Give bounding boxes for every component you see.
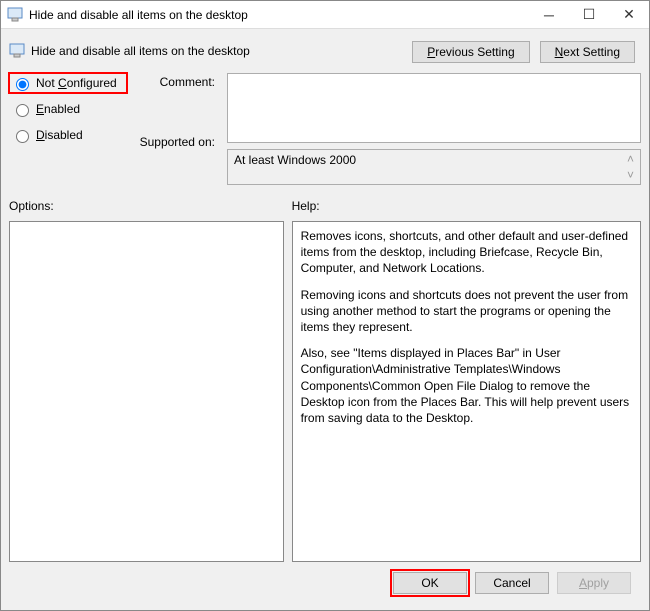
radio-not-configured[interactable]: Not Configured xyxy=(11,75,125,91)
help-paragraph: Removing icons and shortcuts does not pr… xyxy=(301,287,632,336)
policy-dialog: Hide and disable all items on the deskto… xyxy=(0,0,650,611)
radio-disabled-input[interactable] xyxy=(16,130,29,143)
apply-button: Apply xyxy=(557,572,631,594)
help-paragraph: Also, see "Items displayed in Places Bar… xyxy=(301,345,632,426)
help-panel[interactable]: Removes icons, shortcuts, and other defa… xyxy=(292,221,641,562)
minimize-button[interactable]: ─ xyxy=(529,1,569,29)
help-column: Help: Removes icons, shortcuts, and othe… xyxy=(292,199,641,562)
dialog-body: Hide and disable all items on the deskto… xyxy=(1,29,649,610)
radio-enabled-input[interactable] xyxy=(16,104,29,117)
state-radio-group: Not Configured Enabled Disabled xyxy=(9,73,127,145)
scroll-arrows-icon: ˄˅ xyxy=(627,153,634,181)
maximize-button[interactable]: ☐ xyxy=(569,1,609,29)
ok-button[interactable]: OK xyxy=(393,572,467,594)
close-button[interactable]: ✕ xyxy=(609,1,649,29)
help-paragraph: Removes icons, shortcuts, and other defa… xyxy=(301,228,632,277)
radio-enabled-label: Enabled xyxy=(36,102,80,116)
cancel-button[interactable]: Cancel xyxy=(475,572,549,594)
comment-textarea[interactable] xyxy=(227,73,641,143)
field-values: At least Windows 2000 ˄˅ xyxy=(227,73,641,185)
gpedit-icon xyxy=(7,7,23,23)
help-label: Help: xyxy=(292,199,641,213)
window-title: Hide and disable all items on the deskto… xyxy=(29,8,529,22)
radio-not-configured-input[interactable] xyxy=(16,78,29,91)
radio-enabled[interactable]: Enabled xyxy=(11,101,125,117)
subheader: Hide and disable all items on the deskto… xyxy=(9,43,392,59)
details-row: Options: Help: Removes icons, shortcuts,… xyxy=(9,199,641,562)
dialog-footer: OK Cancel Apply xyxy=(9,562,641,604)
previous-setting-button[interactable]: Previous Setting xyxy=(412,41,529,63)
titlebar: Hide and disable all items on the deskto… xyxy=(1,1,649,29)
options-panel[interactable] xyxy=(9,221,284,562)
radio-not-configured-label: Not Configured xyxy=(36,76,117,90)
options-column: Options: xyxy=(9,199,284,562)
radio-disabled[interactable]: Disabled xyxy=(11,127,125,143)
nav-buttons: Previous Setting Next Setting xyxy=(412,41,641,63)
config-row: Not Configured Enabled Disabled Comment:… xyxy=(9,73,641,185)
radio-disabled-label: Disabled xyxy=(36,128,83,142)
next-setting-button[interactable]: Next Setting xyxy=(540,41,635,63)
field-labels: Comment: Supported on: xyxy=(137,73,217,149)
subheader-title: Hide and disable all items on the deskto… xyxy=(31,44,392,58)
supported-on-box: At least Windows 2000 ˄˅ xyxy=(227,149,641,185)
comment-label: Comment: xyxy=(137,75,217,89)
supported-on-text: At least Windows 2000 xyxy=(234,153,356,167)
gpedit-icon xyxy=(9,43,25,59)
supported-label: Supported on: xyxy=(137,135,217,149)
options-label: Options: xyxy=(9,199,284,213)
